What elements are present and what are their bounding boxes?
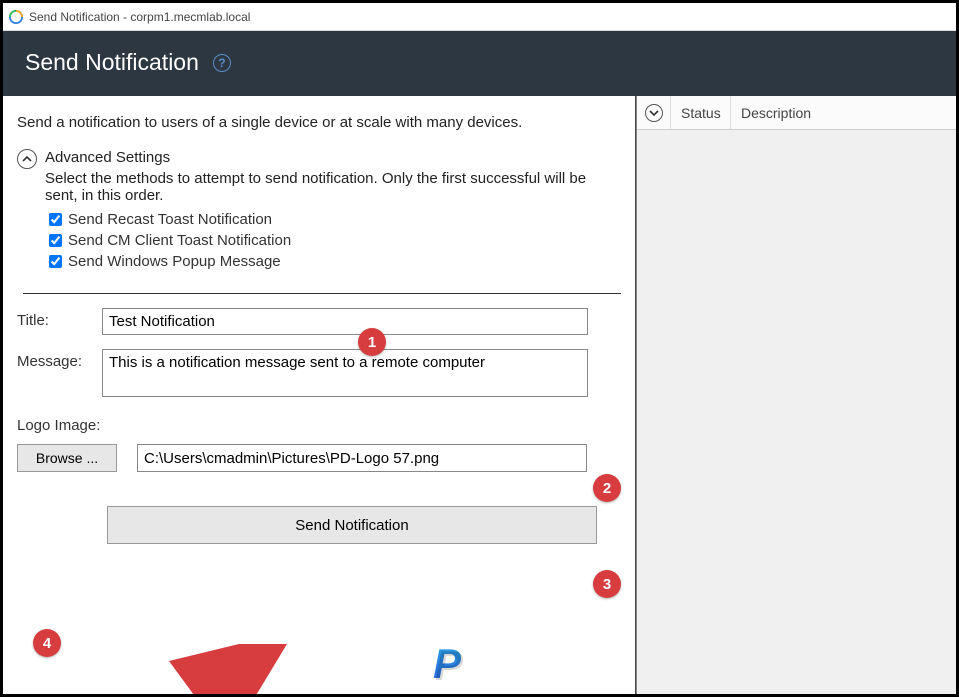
divider bbox=[23, 293, 621, 294]
advanced-desc: Select the methods to attempt to send no… bbox=[45, 170, 605, 204]
checkbox-recast-label: Send Recast Toast Notification bbox=[68, 211, 272, 228]
logo-label: Logo Image: bbox=[17, 417, 621, 434]
annotation-badge-2: 2 bbox=[593, 474, 621, 502]
message-row: Message: This is a notification message … bbox=[17, 349, 621, 397]
annotation-badge-4: 4 bbox=[33, 629, 61, 657]
titlebar: Send Notification - corpm1.mecmlab.local bbox=[3, 3, 956, 31]
main-pane: Send a notification to users of a single… bbox=[3, 96, 636, 694]
checkbox-recast-input[interactable] bbox=[49, 213, 62, 226]
side-pane: Status Description bbox=[636, 96, 956, 694]
checkbox-cmclient-input[interactable] bbox=[49, 234, 62, 247]
intro-text: Send a notification to users of a single… bbox=[17, 114, 621, 131]
help-icon[interactable]: ? bbox=[213, 54, 231, 72]
checkbox-cmclient[interactable]: Send CM Client Toast Notification bbox=[45, 231, 621, 250]
logo-path-input[interactable] bbox=[137, 444, 587, 472]
side-collapse-button[interactable] bbox=[637, 96, 671, 129]
message-input[interactable]: This is a notification message sent to a… bbox=[102, 349, 588, 397]
window: Send Notification - corpm1.mecmlab.local… bbox=[0, 0, 959, 697]
title-input[interactable] bbox=[102, 308, 588, 335]
page-title: Send Notification bbox=[25, 49, 199, 76]
chevron-up-icon[interactable] bbox=[17, 149, 37, 169]
watermark-logo: P bbox=[433, 640, 461, 688]
checkbox-recast[interactable]: Send Recast Toast Notification bbox=[45, 210, 621, 229]
col-status[interactable]: Status bbox=[671, 96, 731, 129]
advanced-settings: Advanced Settings Select the methods to … bbox=[17, 149, 621, 273]
checkbox-winpopup-label: Send Windows Popup Message bbox=[68, 253, 281, 270]
col-description[interactable]: Description bbox=[731, 96, 956, 129]
title-label: Title: bbox=[17, 308, 102, 329]
message-label: Message: bbox=[17, 349, 102, 370]
window-title: Send Notification - corpm1.mecmlab.local bbox=[29, 10, 250, 24]
title-row: Title: bbox=[17, 308, 621, 335]
checkbox-cmclient-label: Send CM Client Toast Notification bbox=[68, 232, 291, 249]
checkbox-winpopup[interactable]: Send Windows Popup Message bbox=[45, 252, 621, 271]
side-header: Status Description bbox=[637, 96, 956, 130]
annotation-badge-3: 3 bbox=[593, 570, 621, 598]
send-notification-button[interactable]: Send Notification bbox=[107, 506, 597, 544]
app-icon bbox=[9, 10, 23, 24]
browse-button[interactable]: Browse ... bbox=[17, 444, 117, 472]
checkbox-winpopup-input[interactable] bbox=[49, 255, 62, 268]
header: Send Notification ? bbox=[3, 31, 956, 96]
annotation-badge-1: 1 bbox=[358, 328, 386, 356]
body: Send a notification to users of a single… bbox=[3, 96, 956, 694]
advanced-title: Advanced Settings bbox=[45, 149, 621, 166]
logo-row: Browse ... bbox=[17, 444, 621, 472]
arrow-icon bbox=[93, 644, 313, 694]
chevron-down-icon bbox=[645, 104, 663, 122]
